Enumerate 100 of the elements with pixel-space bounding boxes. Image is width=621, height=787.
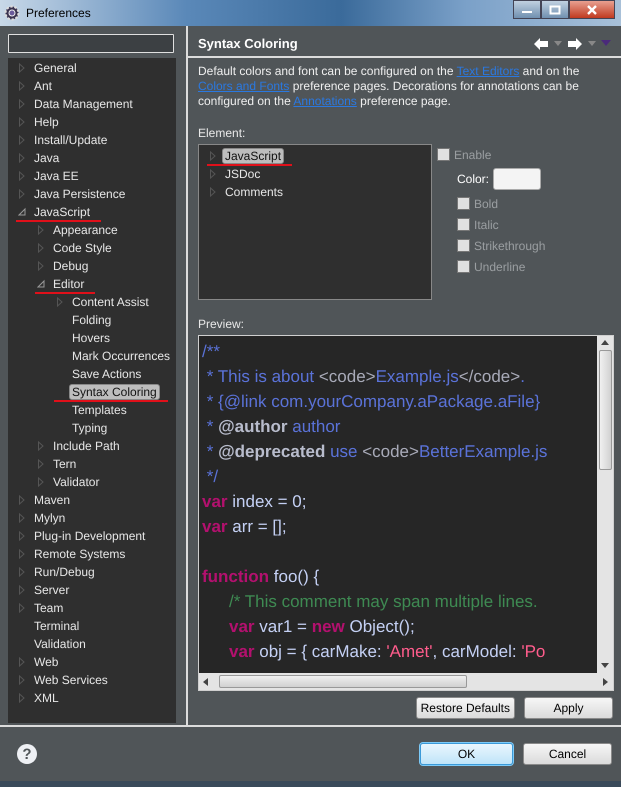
tree-item[interactable]: Java: [31, 150, 62, 166]
right-arrow-icon[interactable]: [603, 678, 609, 686]
collapsed-arrow-icon[interactable]: [18, 531, 26, 541]
view-menu-icon[interactable]: [601, 40, 611, 48]
collapsed-arrow-icon[interactable]: [37, 225, 45, 235]
tree-item[interactable]: Templates: [69, 402, 130, 418]
dialog-button[interactable]: OK: [420, 743, 513, 765]
collapsed-arrow-icon[interactable]: [18, 549, 26, 559]
dialog-button[interactable]: Restore Defaults: [416, 697, 515, 719]
collapsed-arrow-icon[interactable]: [18, 99, 26, 109]
tree-item[interactable]: Server: [31, 582, 72, 598]
down-arrow-icon[interactable]: [601, 663, 609, 669]
collapsed-arrow-icon[interactable]: [18, 603, 26, 613]
collapsed-arrow-icon[interactable]: [18, 153, 26, 163]
tree-item[interactable]: Data Management: [31, 96, 136, 112]
element-item[interactable]: Comments: [222, 184, 286, 200]
collapsed-arrow-icon[interactable]: [18, 675, 26, 685]
tree-item[interactable]: Install/Update: [31, 132, 110, 148]
collapsed-arrow-icon[interactable]: [56, 297, 64, 307]
code-line: var index = 0;: [202, 492, 306, 511]
dialog-button[interactable]: Apply: [524, 697, 613, 719]
collapsed-arrow-icon[interactable]: [18, 513, 26, 523]
tree-item[interactable]: Validator: [50, 474, 102, 490]
tree-item[interactable]: Web Services: [31, 672, 111, 688]
tree-item[interactable]: Remote Systems: [31, 546, 128, 562]
page-title: Syntax Coloring: [198, 36, 298, 52]
scroll-thumb[interactable]: [219, 675, 467, 688]
tree-item[interactable]: Validation: [31, 636, 89, 652]
tree-item[interactable]: Mark Occurrences: [69, 348, 174, 364]
filter-field[interactable]: [8, 34, 174, 53]
collapsed-arrow-icon[interactable]: [18, 171, 26, 181]
checkbox-label: Enable: [454, 148, 492, 162]
tree-item[interactable]: Syntax Coloring: [69, 384, 160, 400]
tree-item[interactable]: XML: [31, 690, 62, 706]
collapsed-arrow-icon[interactable]: [18, 495, 26, 505]
description-text: Default colors and font can be configured on the Text Editors and on the Colors and Fonts preference pages. Decorations for annotations can be configured on the Annotations preference page.: [198, 64, 580, 109]
close-button[interactable]: [569, 0, 615, 19]
tree-item[interactable]: General: [31, 60, 80, 76]
collapsed-arrow-icon[interactable]: [37, 441, 45, 451]
tree-item[interactable]: Folding: [69, 312, 114, 328]
dialog-button[interactable]: Cancel: [523, 743, 612, 765]
code-line: var obj = { carMake: 'Amet', carModel: 'Po: [229, 642, 546, 661]
horizontal-scrollbar[interactable]: [199, 673, 613, 690]
tree-item[interactable]: Team: [31, 600, 66, 616]
code-line: * @deprecated use <code>BetterExample.js: [206, 442, 548, 461]
collapsed-arrow-icon[interactable]: [37, 261, 45, 271]
tree-item[interactable]: JavaScript: [31, 204, 94, 220]
tree-item[interactable]: Web: [31, 654, 62, 670]
tree-item[interactable]: Typing: [69, 420, 110, 436]
element-label: Element:: [198, 126, 246, 140]
tree-item[interactable]: Appearance: [50, 222, 121, 238]
scroll-thumb[interactable]: [598, 350, 612, 470]
minimize-button[interactable]: [513, 0, 541, 19]
color-button[interactable]: [493, 168, 542, 190]
tree-item[interactable]: Java EE: [31, 168, 82, 184]
tree-item[interactable]: Save Actions: [69, 366, 144, 382]
collapsed-arrow-icon[interactable]: [37, 477, 45, 487]
collapsed-arrow-icon[interactable]: [18, 135, 26, 145]
collapsed-arrow-icon[interactable]: [37, 459, 45, 469]
help-icon[interactable]: ?: [17, 744, 37, 764]
checkbox-label: Bold: [474, 196, 498, 210]
up-arrow-icon[interactable]: [601, 340, 609, 346]
dropdown-caret-icon[interactable]: [554, 40, 562, 47]
element-item[interactable]: JavaScript: [222, 148, 284, 164]
element-item[interactable]: JSDoc: [222, 166, 264, 182]
tree-item[interactable]: Ant: [31, 78, 56, 94]
collapsed-arrow-icon[interactable]: [18, 567, 26, 577]
tree-item[interactable]: Maven: [31, 492, 74, 508]
collapsed-arrow-icon[interactable]: [18, 81, 26, 91]
tree-item[interactable]: Help: [31, 114, 62, 130]
back-arrow-icon[interactable]: [533, 36, 549, 51]
maximize-button[interactable]: [541, 0, 569, 19]
tree-item[interactable]: Terminal: [31, 618, 82, 634]
tree-item[interactable]: Mylyn: [31, 510, 68, 526]
code-line: function foo() {: [202, 567, 320, 586]
collapsed-arrow-icon[interactable]: [18, 585, 26, 595]
forward-arrow-icon[interactable]: [567, 36, 583, 51]
left-arrow-icon[interactable]: [203, 678, 209, 686]
tree-item[interactable]: Run/Debug: [31, 564, 98, 580]
color-label: Color:: [457, 172, 490, 186]
collapsed-arrow-icon[interactable]: [37, 243, 45, 253]
tree-item[interactable]: Content Assist: [69, 294, 152, 310]
collapsed-arrow-icon[interactable]: [18, 189, 26, 199]
tree-item[interactable]: Tern: [50, 456, 80, 472]
tree-item[interactable]: Hovers: [69, 330, 114, 346]
tree-item[interactable]: Java Persistence: [31, 186, 128, 202]
collapsed-arrow-icon[interactable]: [18, 63, 26, 73]
tree-item[interactable]: Include Path: [50, 438, 123, 454]
tree-item[interactable]: Code Style: [50, 240, 115, 256]
collapsed-arrow-icon[interactable]: [18, 693, 26, 703]
vertical-scrollbar[interactable]: [597, 336, 613, 673]
tree-item[interactable]: Debug: [50, 258, 92, 274]
expanded-arrow-icon[interactable]: [37, 279, 45, 289]
dropdown-caret-icon[interactable]: [588, 40, 596, 47]
collapsed-arrow-icon[interactable]: [18, 657, 26, 667]
tree-item[interactable]: Plug-in Development: [31, 528, 148, 544]
tree-item[interactable]: Editor: [50, 276, 88, 292]
collapsed-arrow-icon[interactable]: [18, 117, 26, 127]
expanded-arrow-icon[interactable]: [18, 207, 26, 217]
gear-icon: [4, 5, 20, 21]
